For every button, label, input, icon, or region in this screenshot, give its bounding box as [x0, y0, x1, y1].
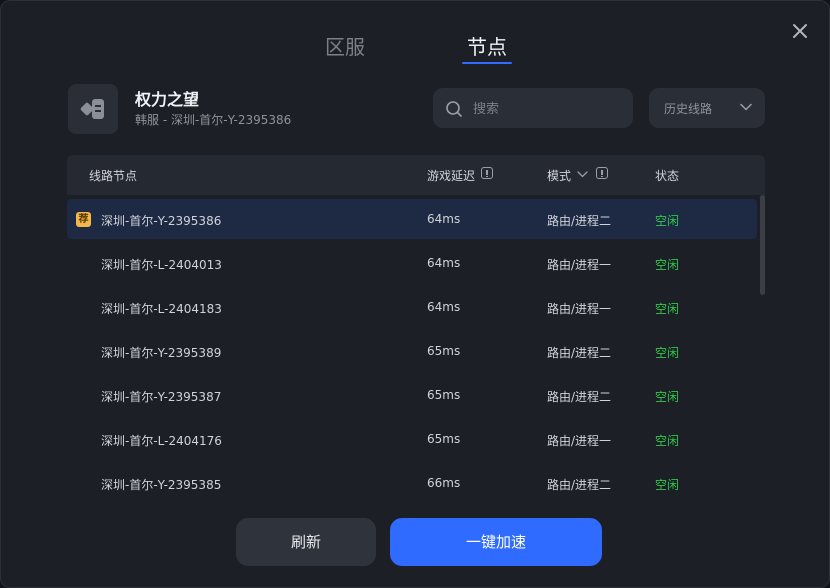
node-name: 深圳-首尔-Y-2395385: [101, 478, 222, 492]
node-name: 深圳-首尔-Y-2395389: [101, 346, 222, 360]
game-logo-icon: [80, 99, 104, 119]
node-name: 深圳-首尔-L-2404183: [101, 302, 222, 316]
status-value: 空闲: [655, 214, 680, 228]
table-row[interactable]: 荐 深圳-首尔-Y-2395386 64ms 路由/进程二 空闲: [67, 199, 757, 239]
status-value: 空闲: [655, 258, 680, 272]
status-value: 空闲: [655, 434, 680, 448]
node-name: 深圳-首尔-L-2404176: [101, 434, 222, 448]
search-icon: [446, 101, 462, 117]
mode-value: 路由/进程二: [547, 390, 612, 404]
history-route-dropdown[interactable]: 历史线路: [649, 88, 765, 128]
mode-value: 路由/进程二: [547, 214, 612, 228]
node-name: 深圳-首尔-L-2404013: [101, 258, 222, 272]
table-row[interactable]: 深圳-首尔-L-2404013 64ms 路由/进程一 空闲: [67, 243, 757, 283]
mode-value: 路由/进程一: [547, 434, 612, 448]
status-value: 空闲: [655, 390, 680, 404]
mode-value: 路由/进程一: [547, 302, 612, 316]
latency-value: 65ms: [427, 388, 461, 402]
tab-node[interactable]: 节点: [467, 31, 507, 60]
chevron-down-icon: [740, 103, 752, 111]
latency-value: 64ms: [427, 212, 461, 226]
column-header-status: 状态: [655, 169, 680, 183]
table-row[interactable]: 深圳-首尔-Y-2395385 66ms 路由/进程二 空闲: [67, 463, 757, 503]
node-name: 深圳-首尔-Y-2395386: [101, 214, 222, 228]
latency-info-icon[interactable]: [481, 167, 493, 179]
latency-value: 65ms: [427, 432, 461, 446]
table-header: 线路节点 游戏延迟 模式 状态: [67, 155, 765, 195]
mode-value: 路由/进程二: [547, 478, 612, 492]
active-tab-indicator: [462, 62, 512, 64]
latency-value: 64ms: [427, 300, 461, 314]
mode-filter-chevron-icon[interactable]: [577, 171, 588, 178]
node-name: 深圳-首尔-Y-2395387: [101, 390, 222, 404]
search-input[interactable]: [471, 88, 625, 130]
mode-value: 路由/进程一: [547, 258, 612, 272]
status-value: 空闲: [655, 302, 680, 316]
game-icon: [68, 84, 118, 134]
column-header-latency: 游戏延迟: [427, 169, 476, 183]
game-server-info: 韩服 - 深圳-首尔-Y-2395386: [135, 113, 292, 127]
game-title: 权力之望: [135, 90, 200, 109]
table-row[interactable]: 深圳-首尔-Y-2395387 65ms 路由/进程二 空闲: [67, 375, 757, 415]
table-row[interactable]: 深圳-首尔-L-2404176 65ms 路由/进程一 空闲: [67, 419, 757, 459]
latency-value: 64ms: [427, 256, 461, 270]
tab-bar: 区服 节点: [1, 31, 829, 71]
node-list: 荐 深圳-首尔-Y-2395386 64ms 路由/进程二 空闲 深圳-首尔-L…: [67, 197, 757, 507]
tab-region[interactable]: 区服: [325, 31, 365, 60]
column-header-node: 线路节点: [89, 169, 138, 183]
latency-value: 65ms: [427, 344, 461, 358]
mode-info-icon[interactable]: [596, 167, 608, 179]
refresh-button[interactable]: 刷新: [236, 518, 376, 566]
table-row[interactable]: 深圳-首尔-L-2404183 64ms 路由/进程一 空闲: [67, 287, 757, 327]
recommended-badge: 荐: [76, 212, 91, 227]
mode-value: 路由/进程二: [547, 346, 612, 360]
table-row[interactable]: 深圳-首尔-Y-2395389 65ms 路由/进程二 空闲: [67, 331, 757, 371]
status-value: 空闲: [655, 346, 680, 360]
accelerate-button[interactable]: 一键加速: [390, 518, 602, 566]
status-value: 空闲: [655, 478, 680, 492]
column-header-mode: 模式: [547, 169, 572, 183]
search-box[interactable]: [433, 88, 633, 130]
node-select-dialog: 区服 节点 权力之望 韩服 - 深圳-首尔-Y-2395386 历史线路 线路节…: [0, 0, 830, 588]
history-route-label: 历史线路: [664, 102, 713, 116]
list-scrollbar[interactable]: [760, 195, 765, 295]
latency-value: 66ms: [427, 476, 461, 490]
